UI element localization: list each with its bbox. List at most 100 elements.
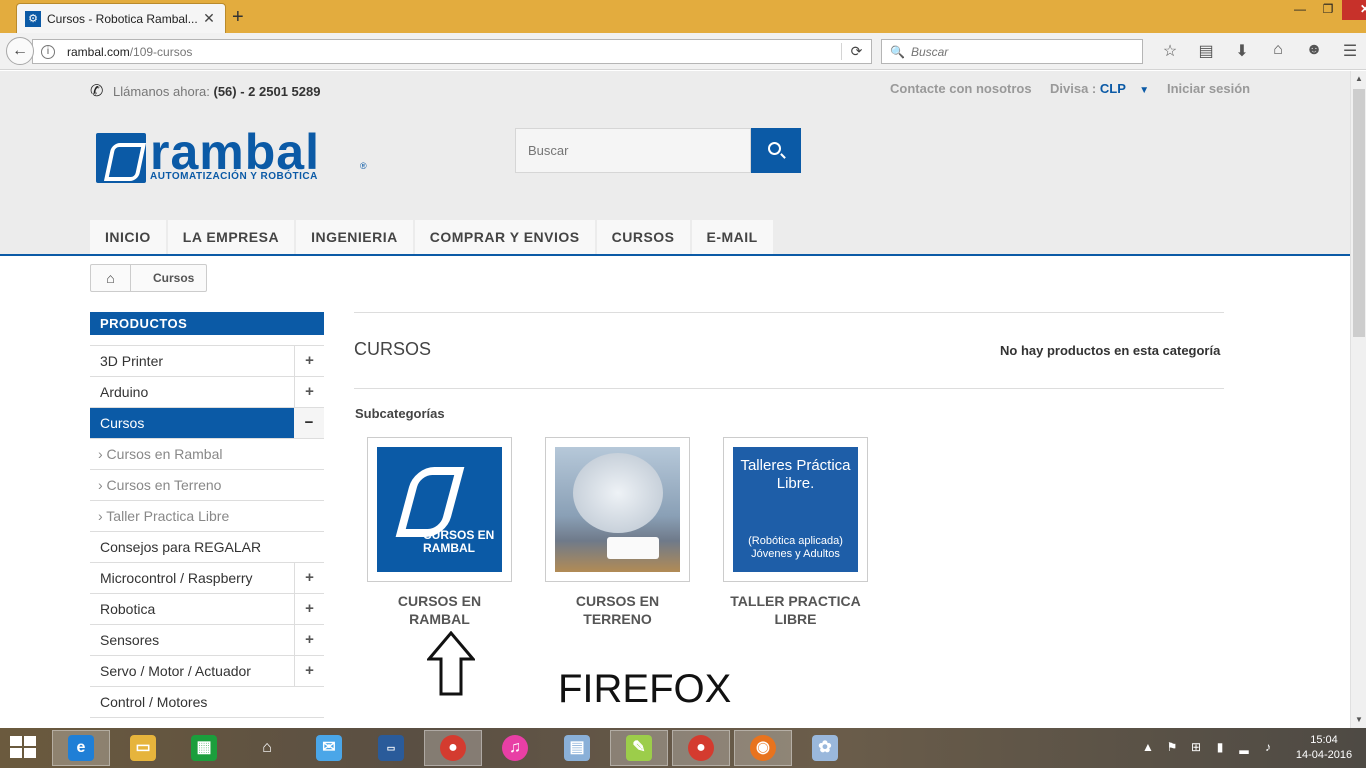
browser-search-input[interactable] bbox=[910, 44, 1131, 59]
taskbar-lenovo[interactable]: ▭ bbox=[362, 730, 420, 766]
subcategory-image-link[interactable]: Talleres Práctica Libre. (Robótica aplic… bbox=[723, 437, 868, 582]
taskbar-file-explorer[interactable]: ▭ bbox=[114, 730, 172, 766]
taskbar-store[interactable]: ▦ bbox=[175, 730, 233, 766]
currency-selector[interactable]: Divisa : CLP ▼ bbox=[1050, 81, 1149, 96]
url-bar[interactable]: i rambal.com/109-cursos ⟳ bbox=[32, 39, 872, 64]
currency-label: Divisa : bbox=[1050, 81, 1097, 96]
download-icon[interactable]: ⬇ bbox=[1224, 41, 1260, 61]
menu-item-email[interactable]: E-MAIL bbox=[691, 220, 773, 254]
sidebar-item-sensores[interactable]: Sensores + bbox=[90, 625, 324, 656]
tab-close-icon[interactable]: ✕ bbox=[201, 10, 217, 27]
browser-search-bar[interactable]: 🔍 bbox=[881, 39, 1143, 64]
logo-subtitle: AUTOMATIZACIÓN Y ROBÓTICA bbox=[150, 171, 318, 182]
expand-icon[interactable]: + bbox=[294, 346, 324, 376]
taskbar-network[interactable]: ▤ bbox=[548, 730, 606, 766]
robot-arm-icon bbox=[395, 467, 465, 537]
site-favicon-icon: ⚙ bbox=[25, 10, 41, 27]
collapse-icon[interactable]: − bbox=[294, 408, 324, 438]
hello-icon[interactable]: ☻ bbox=[1296, 41, 1332, 61]
sidebar-title: PRODUCTOS bbox=[90, 312, 324, 335]
minimize-button[interactable]: — bbox=[1286, 0, 1314, 20]
windows-icon[interactable]: ⊞ bbox=[1184, 740, 1208, 754]
browser-toolbar-icons: ☆ ▤ ⬇ ⌂ ☻ ☰ bbox=[1152, 41, 1366, 61]
menu-item-la-empresa[interactable]: LA EMPRESA bbox=[167, 220, 295, 254]
sidebar-item-microcontrol[interactable]: Microcontrol / Raspberry + bbox=[90, 563, 324, 594]
notepad-icon: ✎ bbox=[626, 735, 652, 761]
annotation-text: FIREFOX bbox=[558, 667, 732, 711]
sidebar-item-consejos[interactable]: Consejos para REGALAR bbox=[90, 532, 324, 563]
site-search bbox=[515, 128, 801, 173]
taskbar-outlook[interactable]: ✉ bbox=[300, 730, 358, 766]
taskbar-chrome-2[interactable]: ● bbox=[672, 730, 730, 766]
reading-list-icon[interactable]: ▤ bbox=[1188, 41, 1224, 61]
subcategory-image-link[interactable]: CURSOS EN RAMBAL bbox=[367, 437, 512, 582]
url-text[interactable]: rambal.com/109-cursos bbox=[67, 45, 841, 59]
expand-icon[interactable]: + bbox=[294, 656, 324, 686]
web-page: ✆ Llámanos ahora: (56) - 2 2501 5289 Con… bbox=[0, 71, 1350, 728]
sidebar-item-control-motores[interactable]: Control / Motores bbox=[90, 687, 324, 718]
expand-icon[interactable]: + bbox=[294, 625, 324, 655]
start-button[interactable] bbox=[10, 736, 38, 760]
scroll-up-icon[interactable]: ▲ bbox=[1351, 71, 1366, 87]
star-icon[interactable]: ☆ bbox=[1152, 41, 1188, 61]
info-icon[interactable]: i bbox=[41, 44, 55, 59]
home-icon[interactable]: ⌂ bbox=[1260, 41, 1296, 61]
sidebar-item-cursos-en-terreno[interactable]: › Cursos en Terreno bbox=[90, 470, 324, 501]
menu-item-ingenieria[interactable]: INGENIERIA bbox=[296, 220, 413, 254]
subcategory-image-link[interactable] bbox=[545, 437, 690, 582]
taskbar-firefox[interactable]: ◉ bbox=[734, 730, 792, 766]
sidebar-item-robotica[interactable]: Robotica + bbox=[90, 594, 324, 625]
taskbar-chrome[interactable]: ● bbox=[424, 730, 482, 766]
menu-item-inicio[interactable]: INICIO bbox=[90, 220, 166, 254]
paint-icon: ✿ bbox=[812, 735, 838, 761]
windows-taskbar: e ▭ ▦ ⌂ ✉ ▭ ● ♫ ▤ ✎ ● ◉ ✿ ▲ ⚑ ⊞ ▮ ▂ ♪ 15… bbox=[0, 728, 1366, 768]
reload-icon[interactable]: ⟳ bbox=[841, 43, 871, 60]
breadcrumb: ⌂ Cursos bbox=[90, 264, 208, 292]
sidebar-item-arduino[interactable]: Arduino + bbox=[90, 377, 324, 408]
sidebar-item-3d-printer[interactable]: 3D Printer + bbox=[90, 346, 324, 377]
taskbar-clock[interactable]: 15:04 14-04-2016 bbox=[1294, 733, 1354, 763]
subcategory-name[interactable]: CURSOS EN RAMBAL bbox=[367, 592, 512, 628]
expand-icon[interactable]: + bbox=[294, 594, 324, 624]
scroll-thumb[interactable] bbox=[1353, 89, 1365, 337]
site-search-input[interactable] bbox=[515, 128, 751, 173]
taskbar-notepad[interactable]: ✎ bbox=[610, 730, 668, 766]
expand-icon[interactable]: + bbox=[294, 563, 324, 593]
menu-icon[interactable]: ☰ bbox=[1332, 41, 1366, 61]
subcategory-image bbox=[555, 447, 680, 572]
menu-item-cursos[interactable]: CURSOS bbox=[596, 220, 690, 254]
back-button[interactable]: ← bbox=[6, 37, 34, 65]
sidebar-item-cursos[interactable]: Cursos − bbox=[90, 408, 324, 439]
login-link-wrap: Iniciar sesión bbox=[1167, 81, 1250, 96]
close-window-button[interactable]: ✕ bbox=[1342, 0, 1366, 20]
maximize-button[interactable]: ❐ bbox=[1314, 0, 1342, 20]
sidebar-item-cursos-en-rambal[interactable]: › Cursos en Rambal bbox=[90, 439, 324, 470]
page-scrollbar[interactable]: ▲ ▼ bbox=[1350, 71, 1366, 728]
browser-tab[interactable]: ⚙ Cursos - Robotica Rambal... ✕ bbox=[16, 3, 226, 33]
home-icon[interactable]: ⌂ bbox=[91, 265, 131, 291]
sidebar-item-servo[interactable]: Servo / Motor / Actuador + bbox=[90, 656, 324, 687]
subcategory-name[interactable]: CURSOS EN TERRENO bbox=[545, 592, 690, 628]
login-link[interactable]: Iniciar sesión bbox=[1167, 81, 1250, 96]
taskbar-internet-explorer[interactable]: e bbox=[52, 730, 110, 766]
site-logo[interactable]: rambal AUTOMATIZACIÓN Y ROBÓTICA ® bbox=[96, 124, 370, 187]
taskbar-winamp[interactable]: ♫ bbox=[486, 730, 544, 766]
expand-icon[interactable]: + bbox=[294, 377, 324, 407]
new-tab-button[interactable]: + bbox=[232, 6, 244, 29]
window-controls: — ❐ ✕ bbox=[1286, 0, 1366, 20]
taskbar-home[interactable]: ⌂ bbox=[238, 730, 296, 766]
battery-icon[interactable]: ▮ bbox=[1208, 740, 1232, 754]
contact-link[interactable]: Contacte con nosotros bbox=[890, 81, 1032, 96]
site-search-button[interactable] bbox=[751, 128, 801, 173]
taskbar-paint[interactable]: ✿ bbox=[796, 730, 854, 766]
menu-item-comprar-y-envios[interactable]: COMPRAR Y ENVIOS bbox=[414, 220, 595, 254]
scroll-down-icon[interactable]: ▼ bbox=[1351, 712, 1366, 728]
sidebar-item-taller-practica-libre[interactable]: › Taller Practica Libre bbox=[90, 501, 324, 532]
call-label: Llámanos ahora: bbox=[113, 84, 210, 99]
clock-date: 14-04-2016 bbox=[1295, 749, 1353, 761]
tray-expand-icon[interactable]: ▲ bbox=[1136, 740, 1160, 754]
flag-icon[interactable]: ⚑ bbox=[1160, 740, 1184, 754]
subcategory-name[interactable]: TALLER PRACTICA LIBRE bbox=[723, 592, 868, 628]
volume-icon[interactable]: ♪ bbox=[1256, 740, 1280, 754]
signal-icon[interactable]: ▂ bbox=[1232, 740, 1256, 754]
